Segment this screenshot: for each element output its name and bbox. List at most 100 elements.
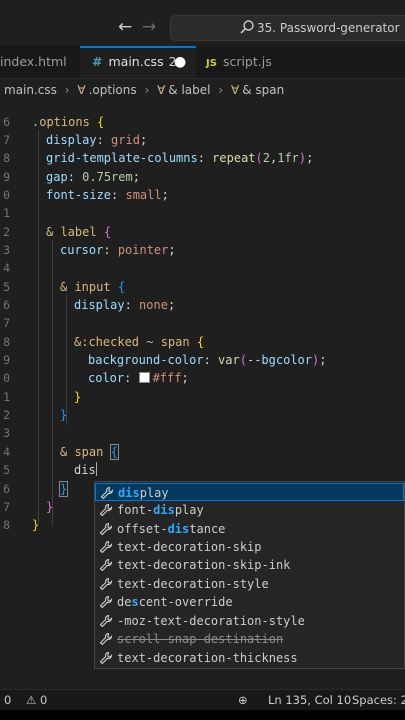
suggestion-item[interactable]: scroll-snap-destination	[95, 630, 404, 648]
wrench-icon	[99, 558, 113, 572]
tab-script-js[interactable]: JS script.js	[196, 46, 306, 78]
suggestion-label: display	[118, 486, 169, 500]
code-text: & input {	[60, 280, 126, 294]
search-icon	[240, 20, 254, 34]
code-text: gap: 0.75rem;	[46, 170, 140, 184]
code-text: display: none;	[74, 298, 176, 312]
breadcrumb-file[interactable]: main.css	[4, 79, 57, 101]
screen-bottom-edge	[0, 710, 405, 720]
unsaved-dot-icon[interactable]: ●	[174, 48, 186, 76]
line-number: 0	[3, 188, 10, 202]
wrench-icon	[99, 540, 113, 554]
zoom-icon[interactable]: ⊕	[238, 690, 248, 710]
suggestion-item[interactable]: text-decoration-style	[95, 575, 404, 593]
suggestion-item[interactable]: text-decoration-skip-ink	[95, 556, 404, 574]
code-text: cursor: pointer;	[60, 243, 176, 257]
code-text: }	[58, 481, 69, 497]
suggestion-item[interactable]: display	[95, 483, 404, 501]
breadcrumb-part[interactable]: & span	[242, 79, 284, 101]
suggestion-item[interactable]: offset-distance	[95, 520, 404, 538]
tab-label: index.html	[0, 54, 67, 69]
suggestion-item[interactable]: text-decoration-thickness	[95, 649, 404, 667]
line-number: 7	[3, 316, 10, 330]
errors-count[interactable]: 0	[4, 690, 11, 710]
symbol-icon: ∀	[77, 83, 86, 97]
suggestion-label: font-display	[117, 503, 204, 517]
code-text: &:checked ~ span {	[74, 335, 205, 349]
editor-tab-bar: index.html # main.css 2 ● JS script.js	[0, 46, 405, 79]
line-number: 4	[3, 261, 10, 275]
suggestion-label: offset-distance	[117, 522, 226, 536]
line-number: 1	[3, 206, 10, 220]
symbol-icon: ∀	[230, 83, 240, 97]
text-cursor	[95, 462, 97, 476]
suggestion-label: text-decoration-skip-ink	[117, 558, 291, 572]
warning-icon[interactable]: ⚠	[26, 690, 36, 710]
wrench-icon	[99, 595, 113, 609]
suggestion-item[interactable]: font-display	[95, 501, 404, 519]
code-text: }	[60, 408, 68, 422]
tab-index-html[interactable]: index.html	[0, 46, 80, 78]
code-text: .options {	[32, 115, 105, 129]
indentation[interactable]: Spaces: 2	[352, 690, 405, 710]
line-number: 9	[3, 353, 10, 367]
code-text: }	[46, 500, 54, 514]
suggestion-label: text-decoration-skip	[117, 540, 262, 554]
tab-main-css[interactable]: # main.css 2 ●	[80, 46, 196, 78]
line-number: 6	[3, 115, 10, 129]
search-text: 35. Password-generator	[257, 21, 400, 35]
code-text: & span {	[60, 444, 119, 460]
wrench-icon	[99, 614, 113, 628]
suggestion-item[interactable]: -moz-text-decoration-style	[95, 612, 404, 630]
symbol-icon: ∀	[157, 83, 166, 97]
cursor-position[interactable]: Ln 135, Col 10	[268, 690, 351, 710]
suggestion-label: scroll-snap-destination	[117, 632, 284, 646]
line-number: 5	[3, 280, 10, 294]
code-text: color: #fff;	[88, 371, 189, 385]
breadcrumb-part[interactable]: .options	[89, 79, 137, 101]
arrow-right-icon[interactable]: →	[142, 17, 156, 37]
autocomplete-suggestions[interactable]: display font-display offset-distance tex…	[94, 481, 405, 669]
line-number: 2	[3, 225, 10, 239]
js-file-icon: JS	[206, 58, 217, 69]
command-center-search[interactable]: 35. Password-generator	[170, 15, 405, 41]
line-number: 4	[3, 445, 10, 459]
tab-label: script.js	[222, 54, 272, 69]
breadcrumb: main.css › ∀ .options › ∀ & label › ∀ & spa…	[0, 79, 405, 101]
code-text: font-size: small;	[46, 188, 169, 202]
warnings-count[interactable]: 0	[40, 690, 47, 710]
title-bar: ← → 35. Password-generator	[0, 0, 405, 46]
line-number: 0	[3, 371, 10, 385]
code-text: display: grid;	[46, 133, 148, 147]
code-text: background-color: var(--bgcolor);	[88, 353, 327, 367]
typed-text: dis	[74, 463, 96, 477]
line-number: 7	[3, 133, 10, 147]
chevron-right-icon: ›	[144, 83, 150, 97]
code-text: }	[74, 390, 82, 404]
suggestion-item[interactable]: text-decoration-skip	[95, 538, 404, 556]
suggestion-label: text-decoration-style	[117, 577, 269, 591]
suggestion-item[interactable]: descent-override	[95, 593, 404, 611]
suggestion-label: descent-override	[117, 595, 233, 609]
breadcrumb-part[interactable]: & label	[168, 79, 210, 101]
arrow-left-icon[interactable]: ←	[118, 17, 132, 37]
wrench-icon	[99, 632, 113, 646]
wrench-icon	[99, 651, 113, 665]
color-swatch[interactable]	[138, 372, 150, 383]
line-number: 3	[3, 426, 10, 440]
wrench-icon	[99, 577, 113, 591]
status-bar: 0 ⚠ 0 ⊕ Ln 135, Col 10 Spaces: 2	[0, 689, 405, 710]
code-text: dis	[74, 461, 97, 479]
wrench-icon	[99, 522, 113, 536]
line-number: 2	[3, 408, 10, 422]
indent-guide	[52, 240, 53, 525]
wrench-icon	[99, 503, 113, 517]
wrench-icon	[100, 486, 114, 500]
line-number: 6	[3, 482, 10, 496]
tab-label: main.css	[108, 54, 164, 69]
line-number: 8	[3, 335, 10, 349]
line-number: 3	[3, 243, 10, 257]
css-file-icon: #	[92, 54, 103, 69]
chevron-right-icon: ›	[64, 83, 70, 97]
line-number: 8	[3, 518, 10, 532]
